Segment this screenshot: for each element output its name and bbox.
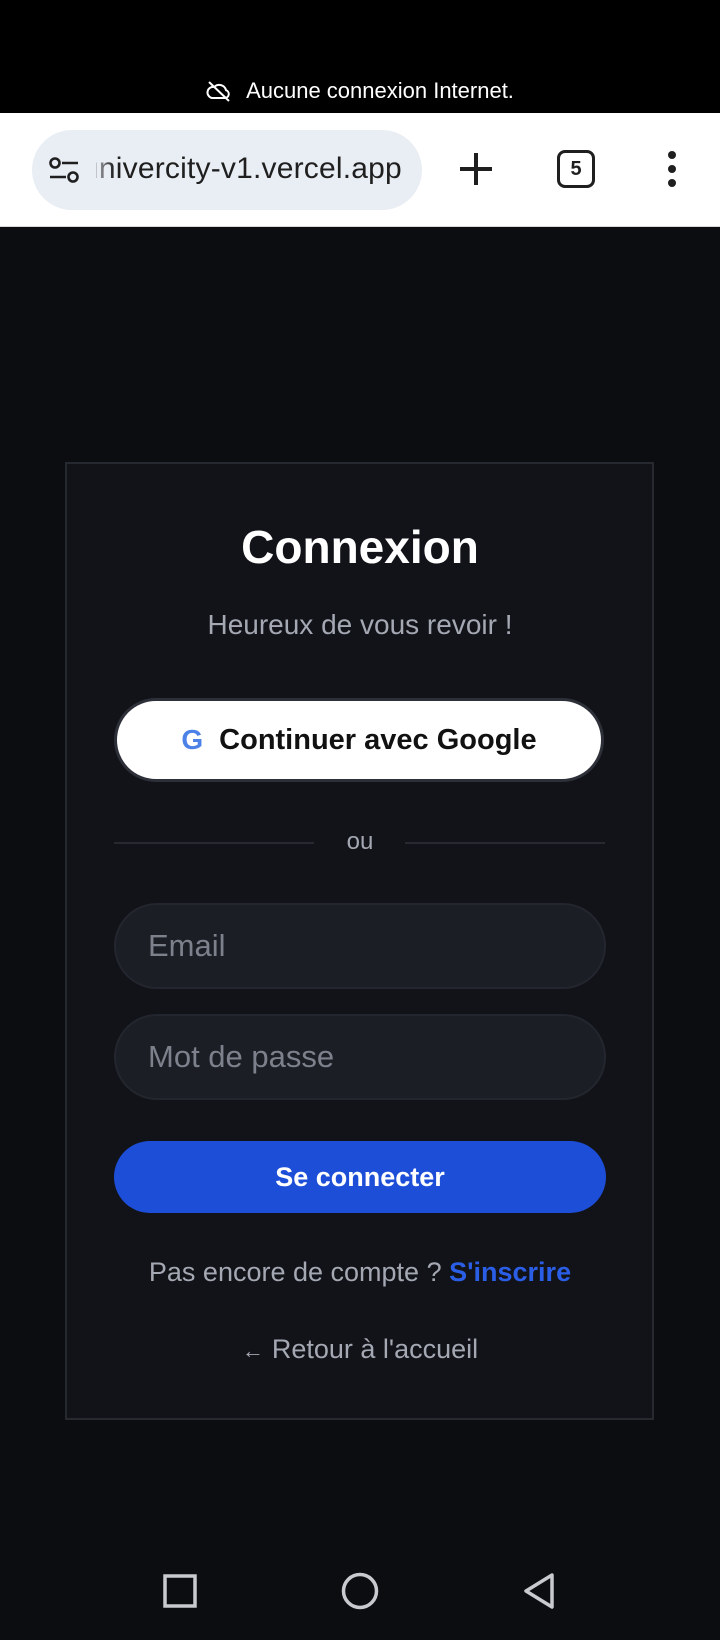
cloud-off-icon bbox=[206, 81, 230, 102]
signup-prompt: Pas encore de compte ? bbox=[148, 1257, 450, 1287]
back-arrow-icon: ← bbox=[241, 1338, 264, 1363]
tabs-icon[interactable]: 5 bbox=[557, 150, 595, 188]
plus-icon[interactable] bbox=[456, 149, 496, 189]
google-signin-label: Continuer avec Google bbox=[219, 723, 537, 756]
google-icon: G bbox=[181, 724, 204, 755]
signup-link[interactable]: S'inscrire bbox=[449, 1257, 571, 1287]
login-button[interactable]: Se connecter bbox=[114, 1141, 606, 1213]
browser-toolbar: univercity-v1.vercel.app 5 bbox=[0, 113, 720, 227]
address-bar[interactable]: univercity-v1.vercel.app bbox=[32, 130, 422, 210]
back-home-label: Retour à l'accueil bbox=[271, 1334, 479, 1364]
password-field[interactable] bbox=[114, 1014, 606, 1100]
page-title: Connexion bbox=[241, 521, 479, 573]
offline-message: Aucune connexion Internet. bbox=[246, 78, 514, 103]
signup-prompt-row: Pas encore de compte ? S'inscrire bbox=[0, 1257, 720, 1288]
divider-text: ou bbox=[346, 828, 374, 855]
tune-icon[interactable] bbox=[48, 155, 80, 185]
offline-notice: Aucune connexion Internet. bbox=[0, 78, 720, 104]
more-vertical-icon[interactable] bbox=[664, 149, 680, 189]
home-icon[interactable] bbox=[341, 1572, 379, 1610]
recents-icon[interactable] bbox=[163, 1574, 197, 1608]
tab-count: 5 bbox=[570, 157, 582, 180]
google-signin-button[interactable]: G Continuer avec Google bbox=[114, 698, 604, 782]
email-field[interactable] bbox=[114, 903, 606, 989]
url-text[interactable]: univercity-v1.vercel.app bbox=[96, 152, 410, 186]
back-home-link[interactable]: ← Retour à l'accueil bbox=[0, 1334, 720, 1365]
system-nav-bar bbox=[0, 1540, 720, 1640]
status-bar: Aucune connexion Internet. bbox=[0, 0, 720, 113]
back-icon[interactable] bbox=[522, 1572, 556, 1610]
page-subtitle: Heureux de vous revoir ! bbox=[207, 609, 513, 640]
